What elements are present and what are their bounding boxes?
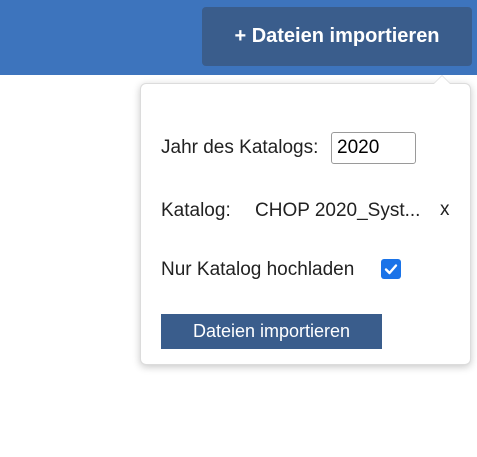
popover-caret-fill xyxy=(434,76,450,84)
import-files-button[interactable]: + Dateien importieren xyxy=(202,7,472,66)
only-catalog-label: Nur Katalog hochladen xyxy=(161,259,355,280)
catalog-file-name: CHOP 2020_Syst... xyxy=(255,200,421,221)
only-catalog-checkbox[interactable] xyxy=(381,259,401,279)
catalog-year-input[interactable] xyxy=(331,132,416,164)
import-files-submit-button[interactable]: Dateien importieren xyxy=(161,314,382,349)
catalog-year-label: Jahr des Katalogs: xyxy=(161,137,319,158)
catalog-label: Katalog: xyxy=(161,200,231,221)
checkmark-icon xyxy=(384,264,398,275)
remove-catalog-button[interactable]: x xyxy=(440,199,450,221)
